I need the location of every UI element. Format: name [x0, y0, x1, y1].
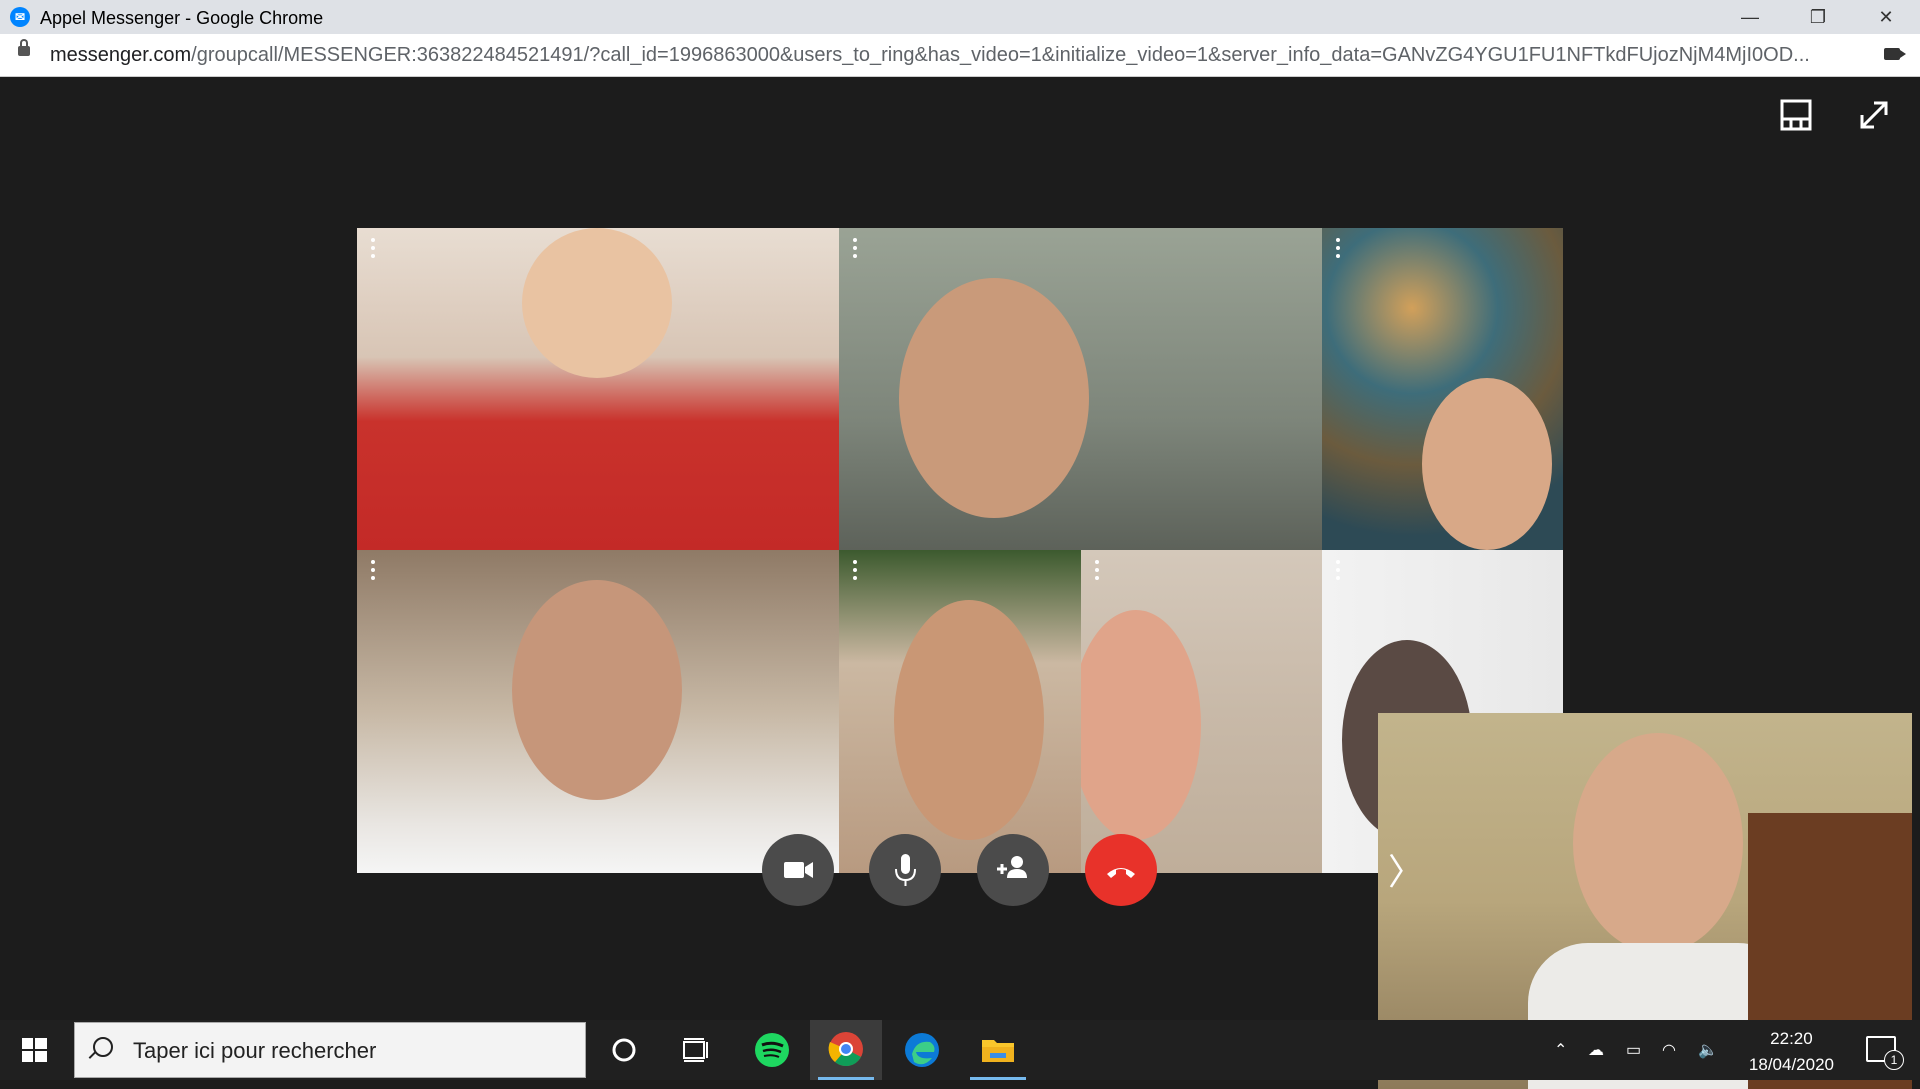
fullscreen-icon[interactable]	[1854, 95, 1894, 135]
spotify-icon	[755, 1033, 789, 1067]
layout-toggle-icon[interactable]	[1776, 95, 1816, 135]
camera-toggle-button[interactable]	[762, 834, 834, 906]
participant-tile-2[interactable]	[839, 228, 1322, 550]
folder-icon	[982, 1040, 1014, 1062]
camera-in-use-icon[interactable]	[1884, 48, 1906, 60]
url-host: messenger.com	[50, 44, 192, 66]
video-camera-icon	[784, 862, 813, 878]
volume-icon[interactable]: 🔈	[1698, 1040, 1718, 1060]
participant-face	[522, 228, 672, 378]
call-controls	[0, 834, 1920, 906]
more-options-icon[interactable]	[371, 238, 377, 262]
clock-date: 18/04/2020	[1748, 1055, 1834, 1074]
taskbar-search-box[interactable]: Taper ici pour rechercher	[74, 1022, 586, 1078]
search-placeholder: Taper ici pour rechercher	[133, 1038, 377, 1063]
system-clock[interactable]: 22:20 18/04/2020	[1749, 1026, 1834, 1078]
url-text[interactable]: messenger.com/groupcall/MESSENGER:363822…	[50, 44, 1850, 67]
task-view-button[interactable]	[660, 1020, 732, 1080]
participant-face	[1081, 610, 1201, 840]
participant-tile-1[interactable]	[357, 228, 839, 550]
hang-up-icon	[1107, 868, 1135, 878]
more-options-icon[interactable]	[853, 560, 859, 584]
more-options-icon[interactable]	[1336, 560, 1342, 584]
participant-face	[1422, 378, 1552, 550]
spotify-taskbar-button[interactable]	[736, 1020, 808, 1080]
more-options-icon[interactable]	[1336, 238, 1342, 262]
participant-tile-4[interactable]	[357, 550, 839, 873]
chrome-icon	[828, 1032, 863, 1067]
microphone-icon	[895, 854, 916, 886]
more-options-icon[interactable]	[371, 560, 377, 584]
chrome-taskbar-button[interactable]	[810, 1020, 882, 1080]
wifi-icon[interactable]: ◠	[1662, 1040, 1676, 1060]
end-call-button[interactable]	[1085, 834, 1157, 906]
search-icon	[93, 1037, 113, 1057]
messenger-icon: ✉	[10, 7, 30, 27]
add-person-icon	[997, 856, 1027, 878]
participant-face	[894, 600, 1044, 840]
window-title: Appel Messenger - Google Chrome	[40, 8, 324, 28]
participant-tile-5[interactable]	[839, 550, 1081, 873]
more-options-icon[interactable]	[853, 238, 859, 262]
participant-tile-6[interactable]	[1081, 550, 1322, 873]
task-view-icon	[683, 1038, 708, 1062]
restore-button[interactable]: ❐	[1784, 0, 1852, 34]
url-path: /groupcall/MESSENGER:363822484521491/?ca…	[191, 44, 1810, 66]
windows-taskbar: Taper ici pour rechercher ⌃ ☁ ▭ ◠ 🔈 22:2…	[0, 1020, 1920, 1080]
start-button[interactable]	[0, 1020, 72, 1080]
edge-taskbar-button[interactable]	[886, 1020, 958, 1080]
show-hidden-icons-chevron[interactable]: ⌃	[1554, 1040, 1567, 1060]
edge-icon	[905, 1033, 939, 1067]
participant-face	[512, 580, 682, 800]
microphone-toggle-button[interactable]	[869, 834, 941, 906]
battery-icon[interactable]: ▭	[1626, 1040, 1641, 1060]
participant-face	[899, 278, 1089, 518]
cortana-button[interactable]	[588, 1020, 660, 1080]
address-bar[interactable]: messenger.com/groupcall/MESSENGER:363822…	[0, 34, 1920, 77]
window-titlebar: ✉ Appel Messenger - Google Chrome — ❐ ✕	[0, 0, 1920, 34]
participant-tile-3[interactable]	[1322, 228, 1563, 550]
clock-time: 22:20	[1770, 1029, 1813, 1048]
windows-logo-icon	[22, 1038, 47, 1062]
add-participant-button[interactable]	[977, 834, 1049, 906]
minimize-button[interactable]: —	[1716, 0, 1784, 34]
onedrive-icon[interactable]: ☁	[1588, 1040, 1604, 1060]
close-button[interactable]: ✕	[1852, 0, 1920, 34]
notification-center-icon[interactable]: 1	[1866, 1036, 1904, 1070]
more-options-icon[interactable]	[1095, 560, 1101, 584]
cortana-circle-icon	[612, 1038, 636, 1062]
file-explorer-taskbar-button[interactable]	[962, 1020, 1034, 1080]
notification-count-badge: 1	[1884, 1050, 1904, 1070]
lock-icon[interactable]	[18, 39, 30, 56]
